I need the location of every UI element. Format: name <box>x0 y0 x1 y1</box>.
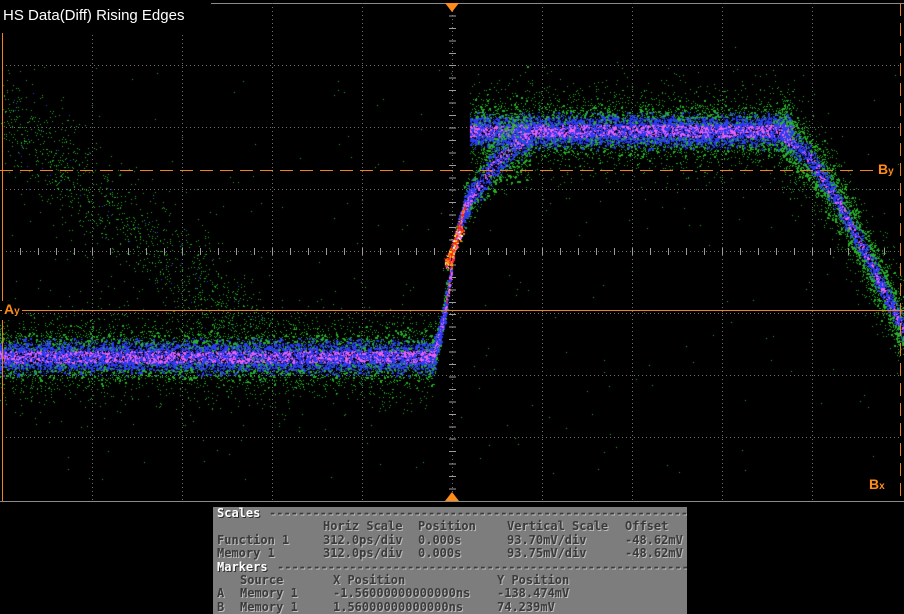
trigger-marker-top-icon[interactable] <box>445 3 459 12</box>
scales-columns-row: Horiz Scale Position Vertical Scale Offs… <box>213 520 687 533</box>
scales-row-function1: Function 1 312.0ps/div 0.000s 93.70mV/di… <box>213 534 687 547</box>
col-vertical-scale: Vertical Scale <box>507 520 608 534</box>
marker-bx-line[interactable] <box>900 3 901 501</box>
col-offset: Offset <box>625 520 668 534</box>
plot-title: HS Data(Diff) Rising Edges <box>0 0 211 33</box>
readout-panel: Scales----------------------------------… <box>213 507 687 614</box>
marker-by-label[interactable]: By <box>876 161 896 180</box>
marker-ax-line[interactable] <box>2 3 3 501</box>
marker-row-a: A Memory 1 -1.56000000000000ns -138.474m… <box>213 587 687 600</box>
scales-header: Scales <box>217 507 260 521</box>
col-horiz-scale: Horiz Scale <box>323 520 402 534</box>
marker-bx-label[interactable]: Bx <box>867 476 887 495</box>
scales-header-row: Scales----------------------------------… <box>213 507 687 520</box>
col-position: Position <box>418 520 476 534</box>
marker-by-line[interactable] <box>0 170 877 171</box>
persistence-scatter <box>0 0 904 502</box>
trigger-marker-bottom-icon[interactable] <box>445 492 459 501</box>
marker-ay-line[interactable] <box>0 310 904 311</box>
oscilloscope-screen: Ay By Bx HS Data(Diff) Rising Edges Scal… <box>0 0 904 614</box>
marker-row-b: B Memory 1 1.56000000000000ns 74.239mV <box>213 601 687 614</box>
markers-columns-row: Source X Position Y Position <box>213 574 687 587</box>
marker-ay-label[interactable]: Ay <box>2 301 22 320</box>
waveform-display: Ay By Bx HS Data(Diff) Rising Edges <box>0 0 904 502</box>
scales-row-memory1: Memory 1 312.0ps/div 0.000s 93.75mV/div … <box>213 547 687 560</box>
markers-header-row: Markers---------------------------------… <box>213 561 687 574</box>
